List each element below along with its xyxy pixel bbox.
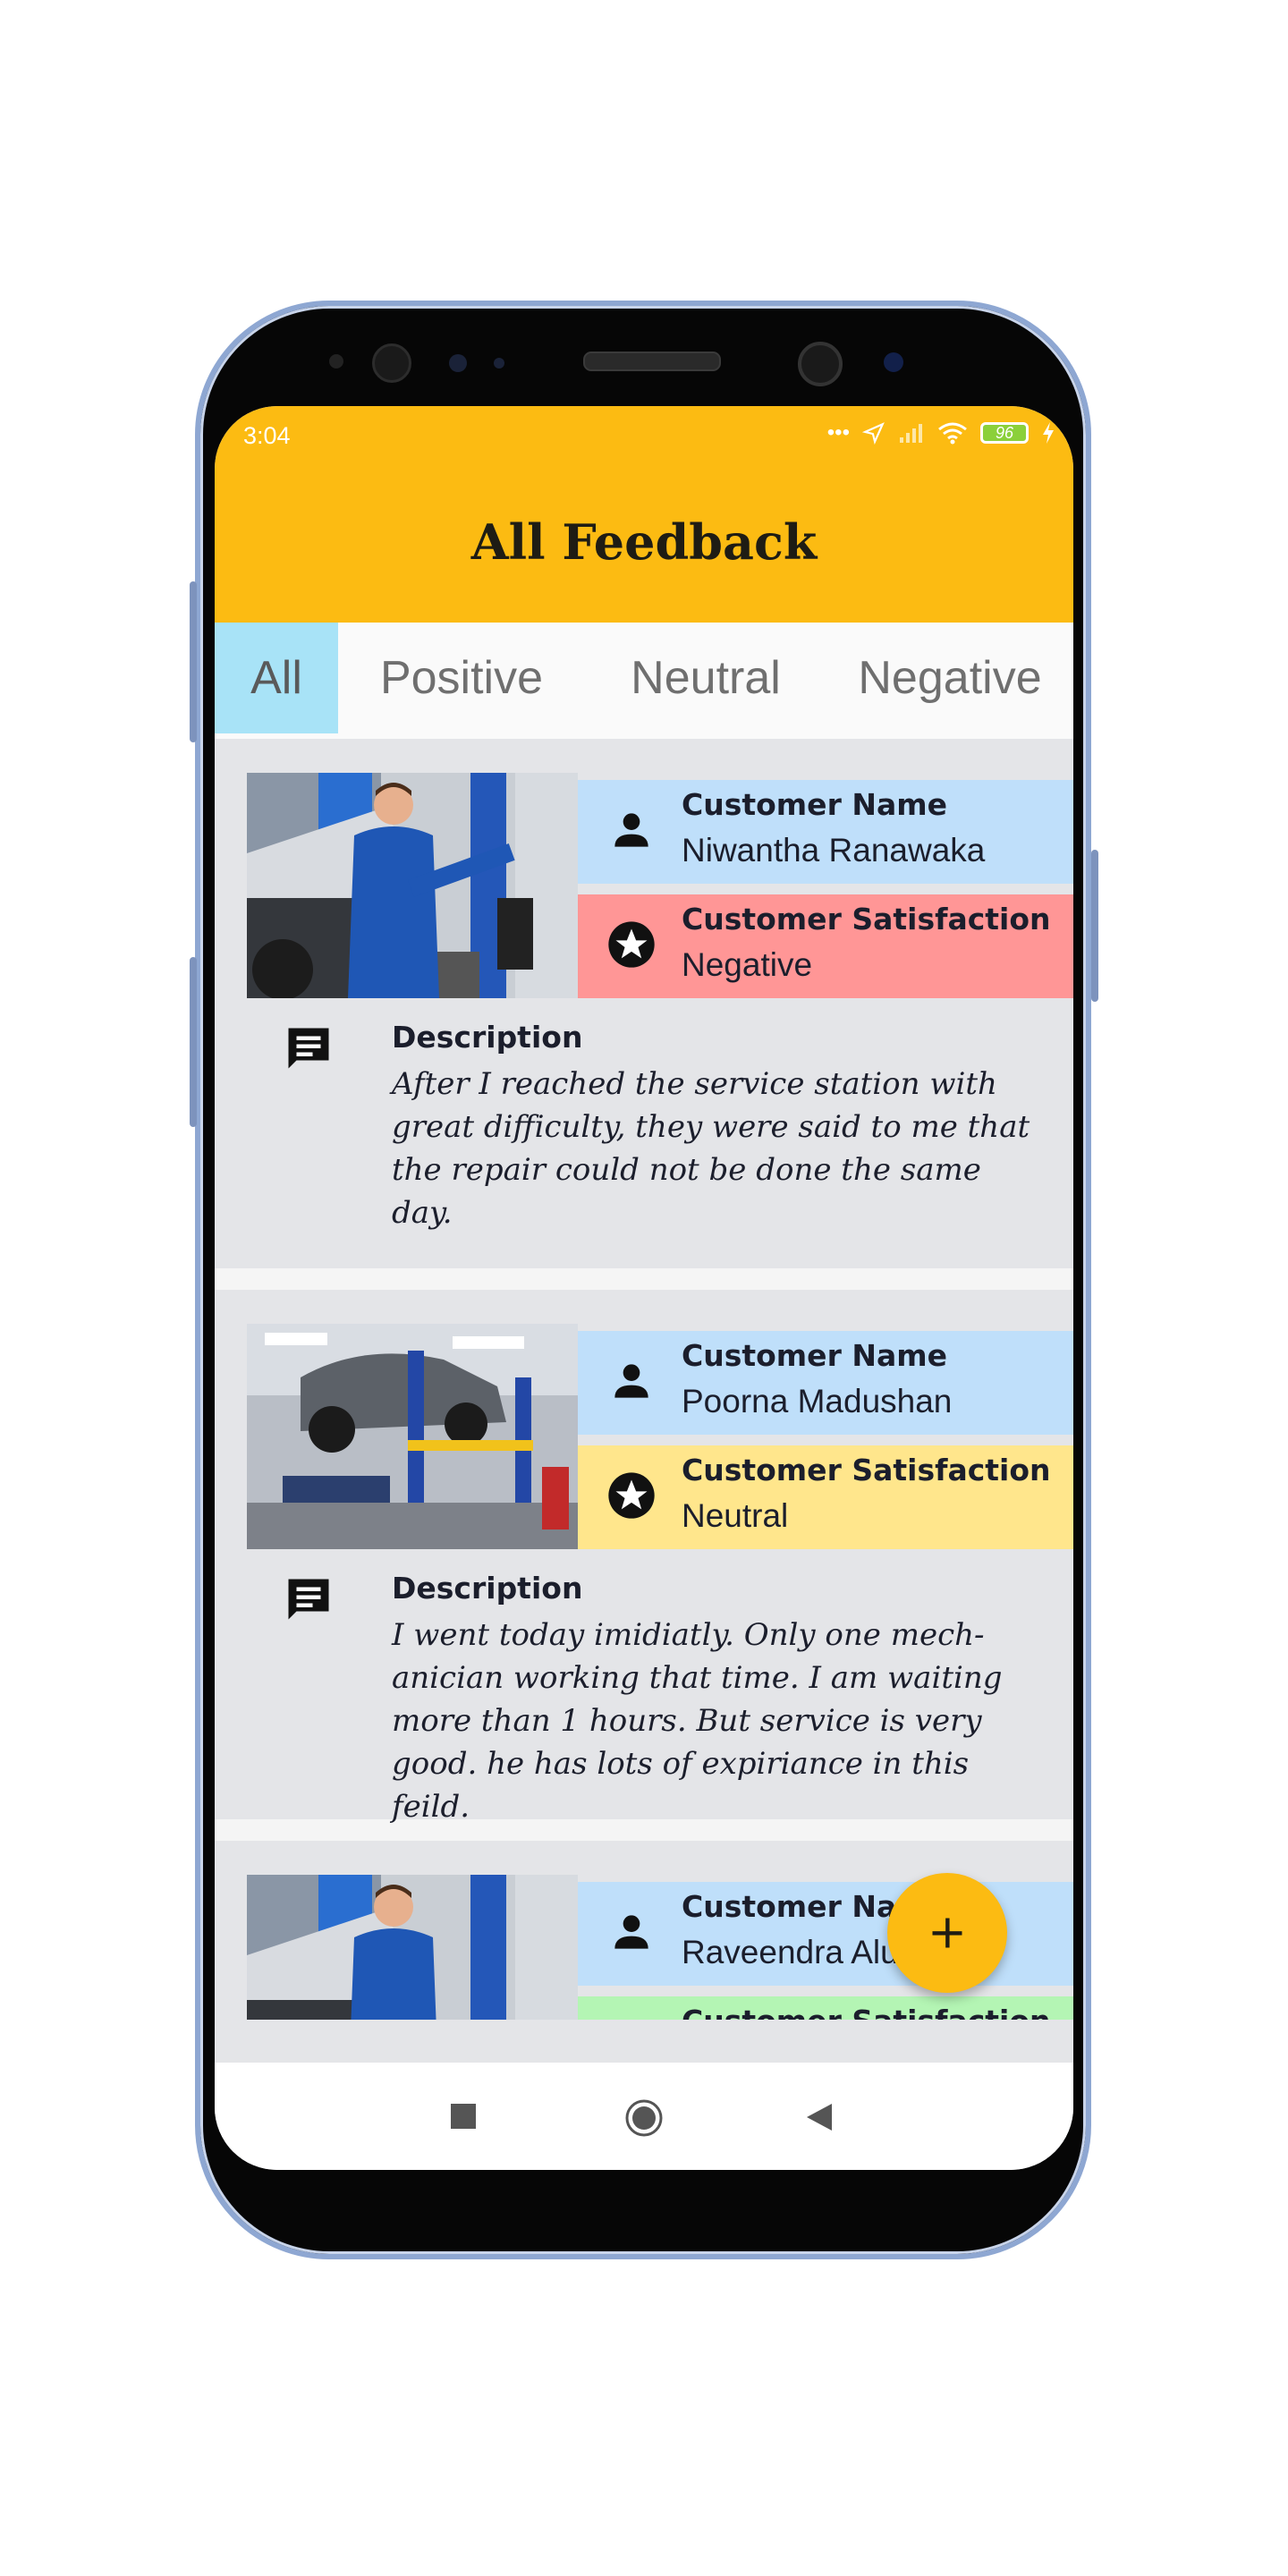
mechanic-photo [247,1875,578,2020]
signal-icon [900,424,922,443]
garage-photo [247,1324,578,1549]
volume-button [190,581,197,742]
front-camera-lens [884,352,903,372]
description-label: Description [392,1571,583,1606]
front-camera [798,342,843,386]
person-icon [614,1915,648,1949]
satisfaction-row: Customer Satisfaction Neutral [578,1445,1073,1549]
app-screen: 3:04 ••• 96 All Feedback All Positive Ne… [215,406,1073,2170]
battery-icon: 96 [980,422,1029,444]
customer-name-row: Customer Name Poorna Madushan [578,1331,1073,1435]
power-button [1091,850,1098,1002]
tab-neutral[interactable]: Neutral [585,623,826,733]
speaker-grille [583,352,721,371]
stop-nav-icon[interactable] [449,2102,478,2131]
message-icon [288,1579,329,1620]
more-dots-icon: ••• [826,420,850,445]
satisfaction-row: Customer Satisfaction [578,1996,1073,2020]
status-time: 3:04 [243,422,291,449]
back-nav-icon[interactable] [805,2102,834,2132]
location-icon [862,422,885,445]
page-title: All Feedback [470,513,818,571]
customer-name-label: Customer Name [682,787,947,822]
add-icon [932,1918,962,1948]
status-icons: ••• 96 [827,420,1055,445]
feedback-card[interactable]: Customer Name Niwantha Ranawaka Customer… [215,739,1073,1268]
feedback-card[interactable]: Customer Name Poorna Madushan Customer S… [215,1290,1073,1825]
sensor [449,354,467,372]
navigation-bar [215,2063,1073,2170]
satisfaction-row: Customer Satisfaction Negative [578,894,1073,998]
satisfaction-label: Customer Satisfaction [682,902,1051,936]
tab-positive[interactable]: Positive [338,623,585,733]
wifi-icon [938,422,967,445]
customer-name-value: Niwantha Ranawaka [682,832,986,869]
app-bar: 3:04 ••• 96 All Feedback [215,406,1073,623]
mechanic-photo [247,773,578,998]
person-icon [614,1364,648,1398]
customer-name-label: Customer Name [682,1338,947,1373]
satisfaction-value: Neutral [682,1497,789,1534]
description-label: Description [392,1020,583,1055]
star-circle-icon [608,1472,655,1519]
tab-negative[interactable]: Negative [826,623,1073,733]
description-text: After I reached the service station with… [392,1066,1030,1231]
customer-name-row: Customer Name Niwantha Ranawaka [578,780,1073,884]
description-text: I went today imidiatly. Only one mech-an… [392,1617,1003,1825]
message-icon [288,1028,329,1069]
satisfaction-value: Negative [682,946,813,983]
filter-tabs: All Positive Neutral Negative [215,623,1073,739]
sensor [372,343,411,383]
volume-button-2 [190,957,197,1127]
feedback-list[interactable]: Customer Name Niwantha Ranawaka Customer… [215,739,1073,2020]
person-icon [614,813,648,847]
satisfaction-label: Customer Satisfaction [682,2004,1051,2020]
tab-all[interactable]: All [215,623,338,733]
star-circle-icon [608,921,655,968]
sensor [494,358,504,369]
charging-icon [1043,422,1054,444]
add-feedback-button[interactable] [887,1873,1007,1993]
home-nav-icon[interactable] [624,2098,664,2138]
sensor [329,354,343,369]
satisfaction-label: Customer Satisfaction [682,1453,1051,1487]
customer-name-value: Poorna Madushan [682,1383,953,1419]
